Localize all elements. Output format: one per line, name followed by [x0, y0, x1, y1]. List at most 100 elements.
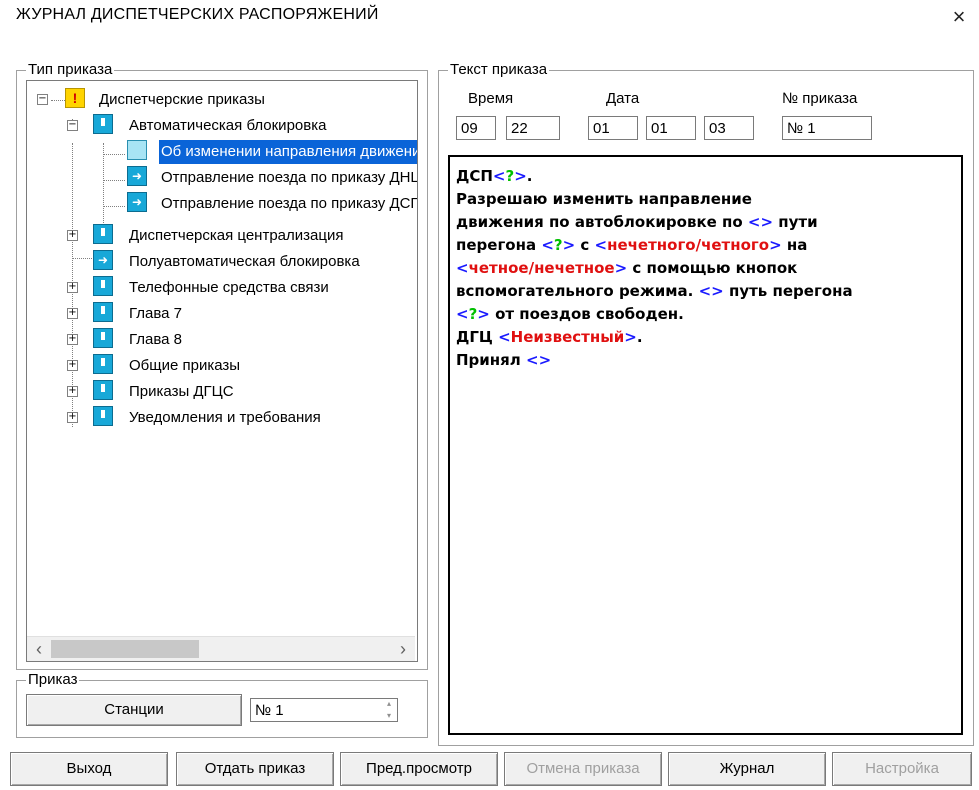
tree-item-dispatcher-orders[interactable]: Диспетчерские приказы	[99, 88, 265, 112]
tree-item-departure-dsp[interactable]: Отправление поезда по приказу ДСП	[161, 192, 417, 216]
tree-expand-toggle[interactable]: +	[67, 282, 78, 293]
text-segment-red: Неизвестный	[510, 328, 625, 346]
arrow-icon: ➜	[127, 192, 147, 212]
tree-expand-toggle[interactable]: +	[67, 230, 78, 241]
text-segment: от поездов свободен.	[489, 305, 684, 323]
window-title: ЖУРНАЛ ДИСПЕТЧЕРСКИХ РАСПОРЯЖЕНИЙ	[16, 6, 379, 23]
tree-item-dgcs-orders[interactable]: Приказы ДГЦС	[129, 380, 234, 404]
tree-item-chapter-7[interactable]: Глава 7	[129, 302, 182, 326]
folder-icon	[93, 114, 113, 134]
tree-line	[103, 154, 125, 155]
text-segment-blue: <>	[747, 213, 774, 231]
order-type-legend: Тип приказа	[26, 61, 115, 78]
tree-item-dispatch-centralization[interactable]: Диспетчерская централизация	[129, 224, 343, 248]
text-segment-blue: >	[477, 305, 490, 323]
text-segment-red: четное/нечетное	[468, 259, 615, 277]
folder-icon	[93, 302, 113, 322]
text-segment: ДСП	[456, 167, 493, 185]
year-field[interactable]: 03	[704, 116, 754, 140]
tree-item-notifications[interactable]: Уведомления и требования	[129, 406, 321, 430]
text-segment: ДГЦ	[456, 328, 499, 346]
text-segment-green: ?	[553, 236, 563, 254]
text-segment-blue: >	[514, 167, 527, 185]
arrow-icon: ➜	[93, 250, 113, 270]
tree-expand-toggle[interactable]: +	[67, 386, 78, 397]
order-number-label: № приказа	[782, 90, 858, 107]
tree-item-general-orders[interactable]: Общие приказы	[129, 354, 240, 378]
order-text-legend: Текст приказа	[448, 61, 550, 78]
order-legend: Приказ	[26, 671, 80, 688]
order-text-area[interactable]: ДСП<?>. Разрешаю изменить направление движ…	[448, 155, 963, 735]
text-segment: на	[781, 236, 808, 254]
book-icon	[127, 140, 147, 160]
order-number-stepper[interactable]: № 1	[250, 698, 398, 722]
scroll-right-icon[interactable]: ›	[393, 639, 413, 659]
tree-item-auto-block[interactable]: Автоматическая блокировка	[129, 114, 326, 138]
tree-line	[103, 206, 125, 207]
tree-line	[103, 180, 125, 181]
text-segment-blue: <	[456, 305, 469, 323]
preview-button[interactable]: Пред.просмотр	[340, 752, 498, 786]
time-label: Время	[468, 90, 514, 107]
settings-button[interactable]: Настройка	[832, 752, 972, 786]
text-segment: движения по автоблокировке по	[456, 213, 748, 231]
date-label: Дата	[606, 90, 640, 107]
text-segment-blue: >	[769, 236, 782, 254]
hour-field[interactable]: 09	[456, 116, 496, 140]
stations-button[interactable]: Станции	[26, 694, 242, 726]
exit-button[interactable]: Выход	[10, 752, 168, 786]
order-number-field[interactable]: № 1	[782, 116, 872, 140]
folder-icon	[93, 328, 113, 348]
folder-icon	[93, 380, 113, 400]
tree-expand-toggle[interactable]: +	[67, 412, 78, 423]
minute-field[interactable]: 22	[506, 116, 560, 140]
text-segment: с помощью кнопок	[627, 259, 798, 277]
text-segment: пути	[773, 213, 818, 231]
tree-line	[72, 258, 94, 259]
tree-expand-toggle[interactable]: +	[67, 360, 78, 371]
text-segment-blue: <	[492, 167, 506, 185]
tree-item-chapter-8[interactable]: Глава 8	[129, 328, 182, 352]
tree-collapse-toggle[interactable]: −	[67, 120, 78, 131]
tree-horizontal-scrollbar[interactable]: ‹ ›	[27, 636, 415, 661]
day-field[interactable]: 01	[588, 116, 638, 140]
month-field[interactable]: 01	[646, 116, 696, 140]
text-segment-blue: >	[624, 328, 637, 346]
tree-item-direction-change[interactable]: Об изменении направления движения	[159, 140, 417, 164]
cancel-order-button[interactable]: Отмена приказа	[504, 752, 662, 786]
text-segment-blue: >	[562, 236, 576, 254]
text-segment: вспомогательного режима.	[456, 282, 699, 300]
warning-icon: !	[65, 88, 85, 108]
tree-item-semi-auto-block[interactable]: Полуавтоматическая блокировка	[129, 250, 360, 274]
folder-icon	[93, 276, 113, 296]
text-segment: с	[575, 236, 595, 254]
arrow-icon: ➜	[127, 166, 147, 186]
order-type-tree[interactable]: − ! Диспетчерские приказы − Автоматическ…	[26, 80, 418, 662]
tree-item-departure-dnc[interactable]: Отправление поезда по приказу ДНЦ	[161, 166, 417, 190]
scrollbar-thumb[interactable]	[51, 640, 199, 658]
text-segment-green: ?	[505, 167, 515, 185]
spinner-arrows-icon[interactable]: ▴ ▾	[381, 698, 397, 722]
folder-icon	[93, 224, 113, 244]
text-segment-blue: <>	[526, 351, 552, 369]
folder-icon	[93, 406, 113, 426]
tree-expand-toggle[interactable]: +	[67, 308, 78, 319]
tree-expand-toggle[interactable]: +	[67, 334, 78, 345]
scroll-left-icon[interactable]: ‹	[29, 639, 49, 659]
text-segment: Принял	[456, 351, 527, 369]
tree-line	[51, 100, 65, 101]
give-order-button[interactable]: Отдать приказ	[176, 752, 334, 786]
text-segment-blue: <	[498, 328, 511, 346]
tree-collapse-toggle[interactable]: −	[37, 94, 48, 105]
folder-icon	[93, 354, 113, 374]
text-segment-blue: >	[614, 259, 628, 277]
text-segment: .	[636, 328, 643, 346]
close-icon[interactable]: ×	[942, 2, 976, 32]
text-segment-green: ?	[468, 305, 478, 323]
journal-button[interactable]: Журнал	[668, 752, 826, 786]
tree-item-telephone[interactable]: Телефонные средства связи	[129, 276, 329, 300]
text-segment: Разрешаю изменить направление	[456, 190, 752, 208]
text-segment-blue: <	[594, 236, 608, 254]
text-segment-blue: <>	[698, 282, 724, 300]
text-segment-blue: <	[541, 236, 554, 254]
